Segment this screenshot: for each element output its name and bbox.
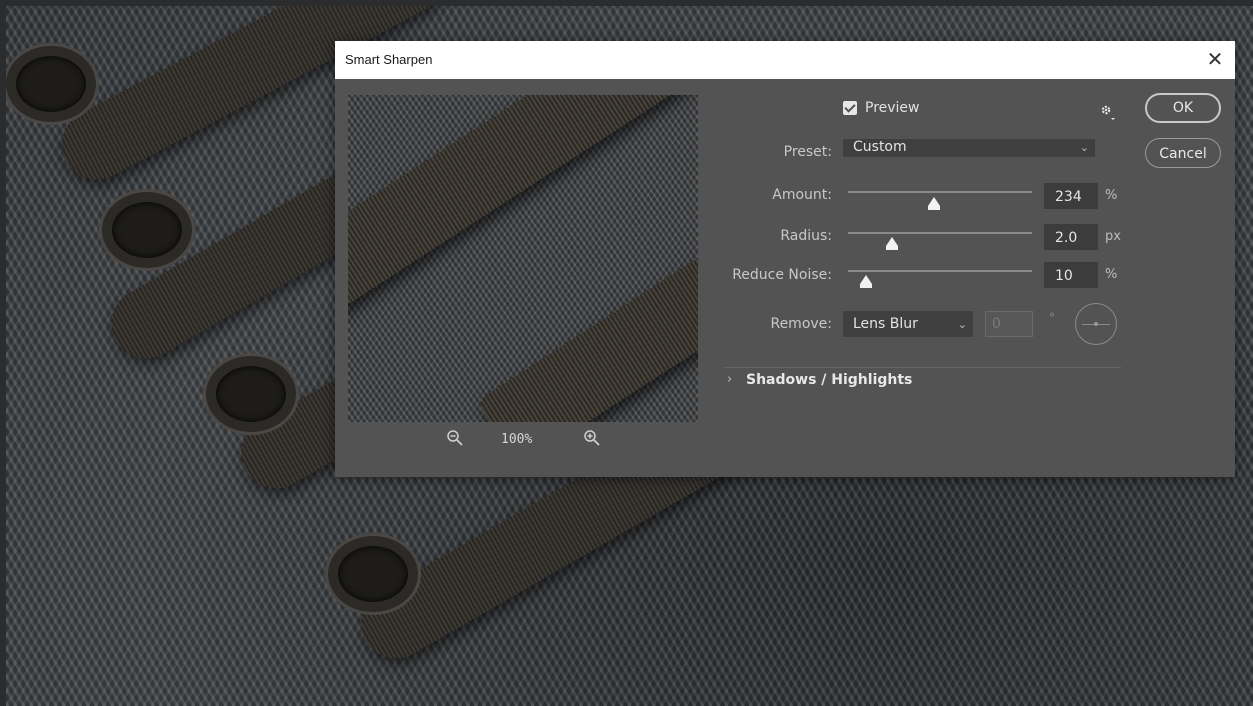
zoom-in-icon[interactable]: [583, 429, 605, 451]
preset-select[interactable]: Custom ⌄: [843, 139, 1095, 157]
eyelet: [102, 192, 192, 268]
zoom-out-icon[interactable]: [446, 429, 468, 451]
preset-value: Custom: [853, 139, 907, 155]
chevron-down-icon: ⌄: [1079, 141, 1089, 154]
eyelet: [6, 46, 96, 122]
lace: [348, 95, 698, 317]
radius-label: Radius:: [780, 228, 832, 244]
amount-unit: %: [1105, 188, 1118, 203]
zoom-controls: 100%: [348, 429, 698, 453]
dialog-titlebar[interactable]: Smart Sharpen ✕: [335, 41, 1235, 79]
reduce-noise-label: Reduce Noise:: [732, 267, 832, 283]
preset-label: Preset:: [783, 144, 832, 160]
close-icon[interactable]: ✕: [1201, 45, 1229, 73]
amount-slider-thumb[interactable]: [928, 197, 940, 210]
amount-label: Amount:: [772, 187, 832, 203]
eyelet: [206, 356, 296, 432]
angle-dial: [1075, 303, 1117, 345]
radius-unit: px: [1105, 229, 1121, 244]
chevron-down-icon: ⌄: [957, 318, 967, 331]
amount-slider[interactable]: [848, 191, 1032, 193]
chevron-right-icon: ›: [727, 372, 733, 387]
radius-field[interactable]: 2.0: [1044, 224, 1098, 250]
dialog-title: Smart Sharpen: [345, 52, 433, 67]
reduce-noise-slider-thumb[interactable]: [860, 275, 872, 288]
ok-button[interactable]: OK: [1145, 93, 1221, 123]
remove-select[interactable]: Lens Blur ⌄: [843, 311, 973, 337]
angle-field: 0: [985, 311, 1033, 337]
shadows-highlights-section[interactable]: › Shadows / Highlights: [725, 371, 1025, 395]
remove-value: Lens Blur: [853, 316, 918, 332]
lace: [476, 205, 698, 422]
preview-image[interactable]: [348, 95, 698, 422]
eyelet: [328, 536, 418, 612]
zoom-level: 100%: [501, 432, 533, 447]
reduce-noise-slider[interactable]: [848, 270, 1032, 272]
preview-label: Preview: [865, 100, 920, 116]
gear-icon[interactable]: [1099, 103, 1117, 121]
smart-sharpen-dialog: Smart Sharpen ✕ 100% Preview OK Cancel P…: [335, 41, 1235, 477]
preview-checkbox[interactable]: [843, 101, 857, 115]
remove-label: Remove:: [770, 316, 832, 332]
angle-unit: °: [1049, 311, 1055, 325]
amount-field[interactable]: 234: [1044, 183, 1098, 209]
radius-slider[interactable]: [848, 232, 1032, 234]
reduce-noise-field[interactable]: 10: [1044, 262, 1098, 288]
radius-slider-thumb[interactable]: [886, 237, 898, 250]
cancel-button[interactable]: Cancel: [1145, 138, 1221, 168]
reduce-noise-unit: %: [1105, 267, 1118, 282]
section-divider: [725, 367, 1121, 368]
section-title: Shadows / Highlights: [746, 372, 913, 388]
